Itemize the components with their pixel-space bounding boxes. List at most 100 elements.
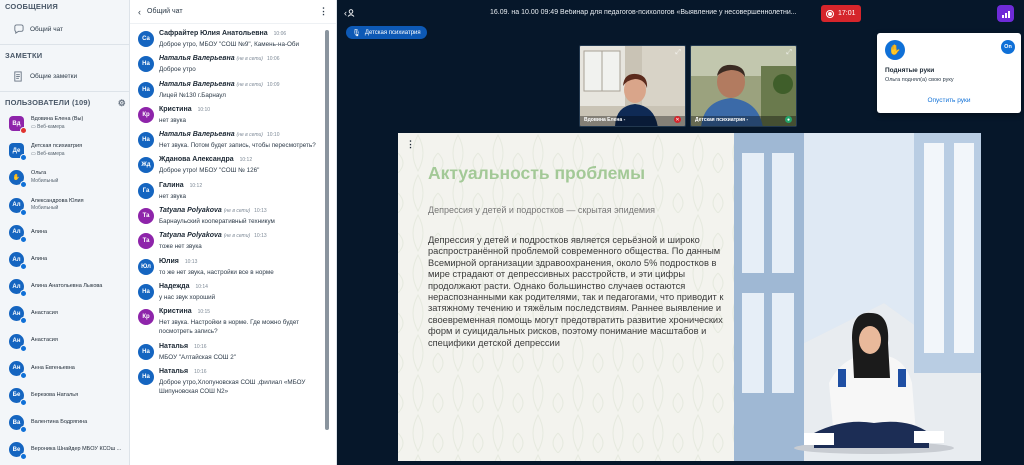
user-info: Березова Наталья (31, 392, 78, 400)
chat-message: На Наталья Валерьевна (не в сети) 10:09 Лиц… (138, 79, 330, 100)
avatar-initials: Ал (12, 256, 21, 263)
presenter-badge: 🎙 Детская психиатрия (346, 26, 427, 39)
user-name: Вдовина Елена (Вы) (31, 116, 84, 123)
chat-message-list: Са Сафрайтер Юлия Анатольевна 10:06 Доброе… (130, 24, 336, 396)
status-dot-icon (20, 290, 27, 298)
chat-scrollbar[interactable] (325, 30, 329, 430)
message-body: Галина 10:12 нет звука (159, 180, 330, 201)
avatar-initials: На (142, 288, 150, 295)
status-dot-icon (20, 235, 27, 243)
message-text: то же нет звука, настройки все в норме (159, 268, 274, 276)
sender-name: Надежда (159, 282, 190, 290)
more-options-icon[interactable]: ⋮ (319, 6, 328, 17)
avatar: Та (138, 233, 154, 250)
avatar: На (138, 81, 154, 98)
user-list-item[interactable]: Ан Анастасия (0, 328, 129, 355)
avatar: Ве (9, 442, 27, 461)
message-header: Наталья Валерьевна (не в сети) 10:06 (159, 53, 330, 65)
avatar-initials: Жд (141, 162, 151, 169)
message-body: Наталья Валерьевна (не в сети) 10:06 Добро… (159, 53, 330, 74)
gear-icon[interactable]: ⚙ (118, 96, 126, 110)
user-info: Анастасия (31, 337, 58, 345)
webcam-video (691, 46, 796, 126)
connection-status-icon[interactable] (997, 5, 1014, 22)
chat-message: На Надежда 10:14 у нас звук хороший (138, 281, 330, 302)
message-text: Барнаульский кооперативный техникум (159, 218, 275, 226)
avatar: Та (138, 208, 154, 225)
user-list-item[interactable]: Де Детская психиатрия ▭ Веб-камера (0, 137, 129, 164)
sender-status: (не в сети) (223, 208, 251, 215)
message-header: Наталья 10:16 (159, 366, 330, 378)
video-tile[interactable]: ⤢ Вдовина Елена - ✕ (579, 45, 686, 127)
status-dot-icon (20, 154, 27, 162)
status-dot-icon (20, 426, 27, 434)
avatar: Ан (9, 306, 27, 325)
avatar-initials: Ал (12, 283, 21, 290)
message-time: 10:10 (197, 106, 211, 113)
status-dot-icon (20, 398, 27, 406)
users-heading: ПОЛЬЗОВАТЕЛИ (109) ⚙ (0, 96, 129, 110)
chat-message: На Наталья 10:16 МБОУ "Алтайская СОШ 2" (138, 341, 330, 362)
message-body: Наталья Валерьевна (не в сети) 10:10 Нет з… (159, 129, 330, 150)
hide-chat-button[interactable]: ‹ Общий чат (138, 7, 183, 17)
sender-name: Наталья Валерьевна (159, 131, 235, 139)
user-name: Анна Евгеньевна (31, 364, 75, 371)
user-name: Алина Анатольевна Лыкова (31, 282, 103, 289)
slide-options-icon[interactable]: ⋮ (406, 139, 415, 150)
user-info: Вероника Шнайдер МБОУ КСОш ... (31, 446, 121, 454)
sender-name: Жданова Александра (159, 156, 234, 164)
user-list-item[interactable]: Бе Березова Наталья (0, 382, 129, 409)
raised-hands-popup: ✋ On Поднятые руки Ольга поднял(а) свою … (877, 33, 1021, 113)
message-text: нет звука (159, 192, 187, 200)
message-header: Кристина 10:15 (159, 306, 330, 318)
user-name: Валентина Бодрягина (31, 418, 88, 425)
webcam-video (580, 46, 685, 126)
lower-hands-button[interactable]: Опустить руки (877, 97, 1021, 104)
mic-on-icon: ● (785, 116, 792, 123)
message-text: нет звука (159, 116, 187, 124)
message-header: Надежда 10:14 (159, 281, 330, 293)
message-header: Наталья Валерьевна (не в сети) 10:10 (159, 129, 330, 141)
status-dot-icon (20, 127, 27, 135)
raised-hands-toggle[interactable]: On (1001, 40, 1015, 54)
user-name: Березова Наталья (31, 391, 79, 398)
chat-header: ‹ Общий чат ⋮ (130, 0, 336, 24)
user-list-item[interactable]: Вд Вдовина Елена (Вы) ▭ Веб-камера (0, 110, 129, 137)
messages-heading: СООБЩЕНИЯ (5, 2, 58, 11)
chevron-left-icon: ‹ (138, 6, 141, 17)
chat-icon (12, 23, 24, 35)
user-list-item[interactable]: Ан Анастасия (0, 300, 129, 327)
user-list-item[interactable]: Ал Алина (0, 246, 129, 273)
sender-name: Наталья (159, 367, 189, 375)
user-device: Мобильный (31, 205, 59, 212)
user-list-item[interactable]: Ал Алина Анатольевна Лыкова (0, 273, 129, 300)
avatar-initials: На (142, 348, 150, 355)
sidebar-item-shared-notes[interactable]: Общие заметки (0, 65, 129, 87)
sidebar-item-label: Общие заметки (30, 72, 78, 80)
sidebar-item-label: Общий чат (30, 25, 64, 33)
avatar-initials: Ал (12, 229, 21, 236)
chat-message: На Наталья Валерьевна (не в сети) 10:10 Нет… (138, 129, 330, 150)
recording-indicator[interactable]: 17:01 (821, 5, 861, 22)
user-list-item[interactable]: ✋ Ольга Мобильный (0, 164, 129, 191)
avatar-initials: Бе (12, 392, 21, 399)
video-tile[interactable]: ⤢ Детская психиатрия - ● (690, 45, 797, 127)
avatar: Ва (9, 415, 27, 434)
message-time: 10:10 (266, 132, 280, 139)
sender-name: Сафрайтер Юлия Анатольевна (159, 30, 268, 37)
user-list-item[interactable]: Ве Вероника Шнайдер МБОУ КСОш ... (0, 436, 129, 463)
sender-name: Юлия (159, 257, 179, 265)
chat-message: Га Галина 10:12 нет звука (138, 180, 330, 201)
message-text: Доброе утро (159, 66, 196, 74)
expand-icon[interactable]: ⤢ (786, 49, 792, 57)
sender-name: Галина (159, 181, 184, 189)
user-list-item[interactable]: Ан Анна Евгеньевна (0, 355, 129, 382)
message-text: у нас звук хороший (159, 293, 216, 301)
users-toggle-icon[interactable]: ‹ (344, 8, 362, 18)
user-list-item[interactable]: Ал Александрова Юлия Мобильный (0, 192, 129, 219)
expand-icon[interactable]: ⤢ (675, 49, 681, 57)
notes-icon (12, 70, 24, 82)
sidebar-item-public-chat[interactable]: Общий чат (0, 18, 129, 40)
user-list-item[interactable]: Ал Алина (0, 219, 129, 246)
user-list-item[interactable]: Ва Валентина Бодрягина (0, 409, 129, 436)
